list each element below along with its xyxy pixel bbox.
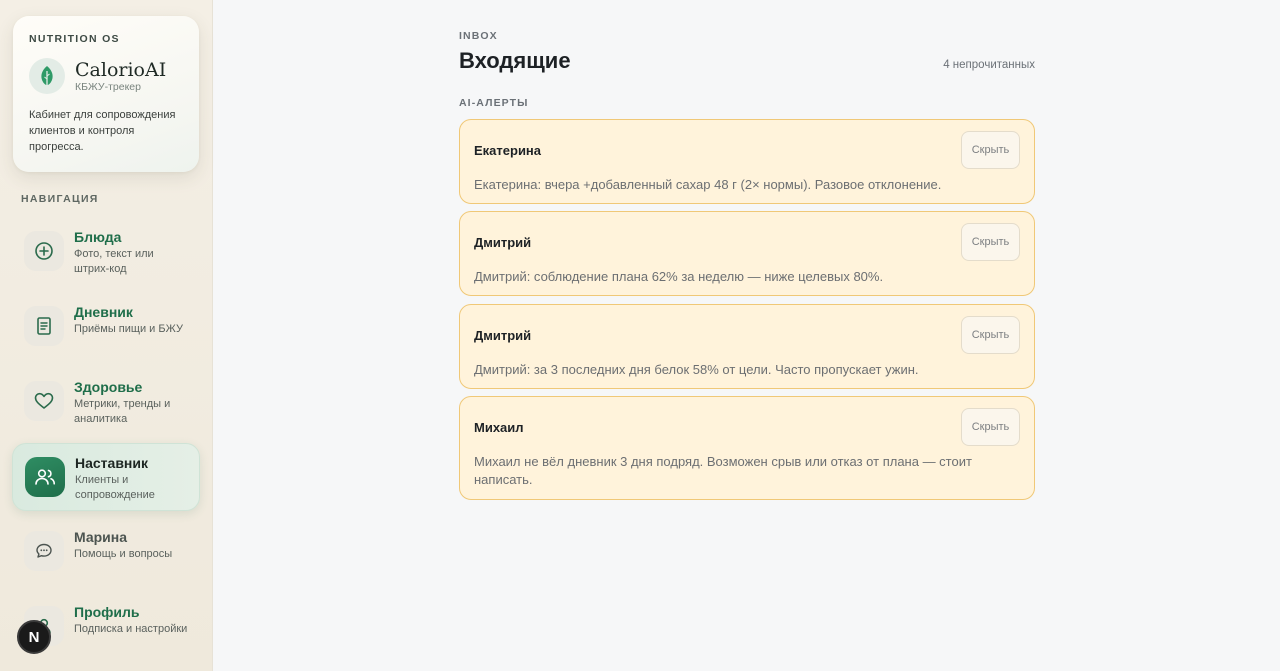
brand-text: CalorioAI КБЖУ-трекер [65, 60, 166, 93]
page-title: Входящие [459, 48, 571, 73]
alert-client-name: Михаил [474, 420, 524, 435]
sidebar: NUTRITION OS CalorioAI КБЖУ-трекер Кабин… [0, 0, 213, 671]
brand-subtitle: КБЖУ-трекер [75, 80, 141, 93]
nav-label: Профиль [74, 604, 140, 620]
brand-description: Кабинет для сопровождения клиентов и кон… [29, 109, 176, 153]
alert-card: Екатерина Скрыть Екатерина: вчера +добав… [459, 119, 1035, 204]
dev-badge[interactable]: N [17, 620, 51, 654]
brand-name: CalorioAI [75, 58, 167, 81]
nav-item-mentor[interactable]: Наставник Клиенты и сопровождение [12, 443, 200, 511]
alert-client-name: Дмитрий [474, 328, 532, 343]
brand-kicker: NUTRITION OS [29, 33, 120, 45]
unread-count: 4 непрочитанных [943, 59, 1035, 71]
nav-item-diary[interactable]: Дневник Приёмы пищи и БЖУ [12, 293, 200, 361]
leaf-logo-icon [29, 58, 65, 94]
alert-text: Дмитрий: соблюдение плана 62% за неделю … [474, 269, 884, 284]
nav-desc: Клиенты и сопровождение [75, 474, 155, 501]
nav-item-marina[interactable]: Марина Помощь и вопросы [12, 518, 200, 586]
brand-card: NUTRITION OS CalorioAI КБЖУ-трекер Кабин… [13, 16, 199, 172]
alert-card: Дмитрий Скрыть Дмитрий: соблюдение плана… [459, 211, 1035, 296]
nav-label: Наставник [75, 455, 149, 471]
nav-desc: Приёмы пищи и БЖУ [74, 323, 183, 335]
alert-text: Екатерина: вчера +добавленный сахар 48 г… [474, 177, 942, 192]
brand-row: CalorioAI КБЖУ-трекер [29, 58, 183, 94]
alert-card: Дмитрий Скрыть Дмитрий: за 3 последних д… [459, 304, 1035, 389]
hide-button[interactable]: Скрыть [961, 223, 1020, 261]
alert-client-name: Екатерина [474, 143, 542, 158]
nav-title: НАВИГАЦИЯ [21, 193, 99, 205]
section-title: AI-АЛЕРТЫ [459, 97, 529, 109]
plus-circle-icon [24, 231, 64, 271]
nav-item-dishes[interactable]: Блюда Фото, текст или штрих-код [12, 218, 200, 286]
journal-icon [24, 306, 64, 346]
nav-desc: Фото, текст или штрих-код [74, 248, 154, 275]
nav-desc: Помощь и вопросы [74, 548, 173, 560]
hide-button[interactable]: Скрыть [961, 408, 1020, 446]
alert-text: Михаил не вёл дневник 3 дня подряд. Возм… [474, 454, 972, 487]
heart-icon [24, 381, 64, 421]
alert-client-name: Дмитрий [474, 235, 532, 250]
hide-button[interactable]: Скрыть [961, 316, 1020, 354]
users-icon [25, 457, 65, 497]
alert-text: Дмитрий: за 3 последних дня белок 58% от… [474, 362, 919, 377]
nav-label: Дневник [74, 304, 133, 320]
nav-label: Марина [74, 529, 128, 545]
page-kicker: INBOX [459, 30, 498, 42]
nav-desc: Метрики, тренды и аналитика [74, 398, 171, 425]
nav-item-health[interactable]: Здоровье Метрики, тренды и аналитика [12, 368, 200, 436]
alert-card: Михаил Скрыть Михаил не вёл дневник 3 дн… [459, 396, 1035, 500]
nav-label: Блюда [74, 229, 122, 245]
nav-label: Здоровье [74, 379, 143, 395]
hide-button[interactable]: Скрыть [961, 131, 1020, 169]
chat-icon [24, 531, 64, 571]
nav-desc: Подписка и настройки [74, 623, 188, 635]
